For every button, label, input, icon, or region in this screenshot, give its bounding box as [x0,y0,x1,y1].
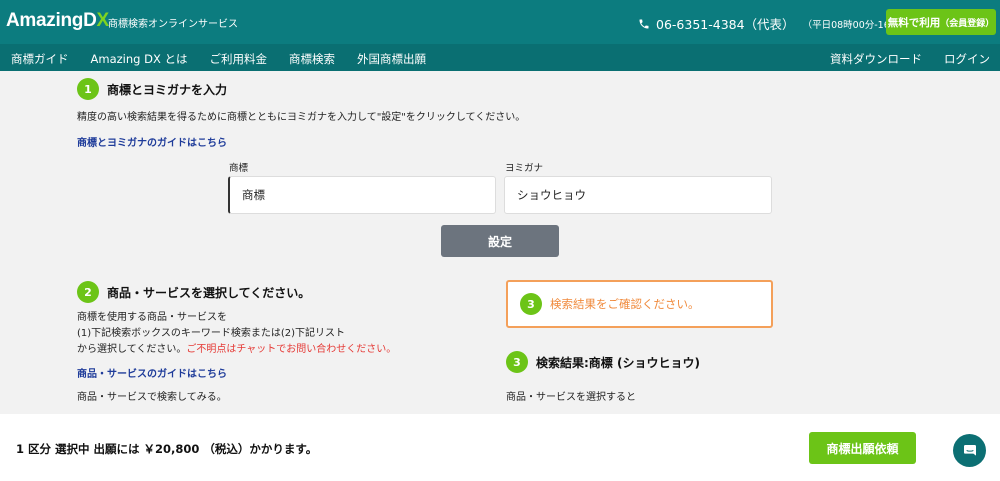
step1-description: 精度の高い検索結果を得るために商標とともにヨミガナを入力して"設定"をクリックし… [77,112,526,123]
footer-bar: 1 区分 選択中 出願には ￥20,800 （税込）かかります。 商標出願依頼 [0,414,1000,481]
step1-title: 商標とヨミガナを入力 [107,82,228,97]
phone-number: 06-6351-4384（代表） [656,17,795,32]
notice-text: 検索結果をご確認ください。 [550,297,700,311]
phone-icon [639,19,649,28]
nav-login[interactable]: ログイン [944,51,990,67]
step2-description: 商標を使用する商品・サービスを (1)下記検索ボックスのキーワード検索または(2… [77,312,397,355]
reading-label: ヨミガナ [505,163,544,174]
main-nav: 商標ガイド Amazing DX とは ご利用料金 商標検索 外国商標出願 資料… [0,44,1000,71]
order-button[interactable]: 商標出願依頼 [809,432,916,464]
step1-guide-link[interactable]: 商標とヨミガナのガイドはこちら [77,134,227,149]
signup-button[interactable]: 無料で利用 （会員登録） [886,9,996,35]
set-button[interactable]: 設定 [441,225,559,257]
nav-pricing[interactable]: ご利用料金 [209,51,267,67]
logo[interactable]: AmazingDX [6,10,109,32]
chat-icon [963,444,976,456]
fee-summary: 1 区分 選択中 出願には ￥20,800 （税込）かかります。 [16,442,318,456]
step1-number: 1 [77,78,99,100]
step2-title: 商品・サービスを選択してください。 [107,285,311,300]
top-header: AmazingDX 商標検索オンラインサービス 06-6351-4384（代表）… [0,0,1000,44]
step2-number: 2 [77,281,99,303]
reading-input[interactable]: ショウヒョウ [504,176,772,214]
search-hint: 商品・サービスで検索してみる。 [77,392,227,403]
step3-hint: 商品・サービスを選択すると [506,392,636,403]
chat-button[interactable] [953,434,986,467]
step1-heading: 1 商標とヨミガナを入力 [77,78,227,100]
tagline: 商標検索オンラインサービス [108,19,238,30]
step3-heading: 3 検索結果:商標 (ショウヒョウ) [506,351,700,373]
nav-trademark-search[interactable]: 商標検索 [289,51,335,67]
trademark-input[interactable]: 商標 [228,176,496,214]
notice-number: 3 [520,293,542,315]
nav-trademark-guide[interactable]: 商標ガイド [11,51,69,67]
step2-guide-link[interactable]: 商品・サービスのガイドはこちら [77,365,227,380]
chat-note: ご不明点はチャットでお問い合わせください。 [186,344,397,355]
trademark-label: 商標 [229,163,249,174]
nav-download[interactable]: 資料ダウンロード [830,51,922,67]
step2-heading: 2 商品・サービスを選択してください。 [77,281,310,303]
nav-about[interactable]: Amazing DX とは [91,51,188,67]
step3-number: 3 [506,351,528,373]
result-notice: 3 検索結果をご確認ください。 [506,280,773,328]
nav-foreign-filing[interactable]: 外国商標出願 [357,51,426,67]
step3-title: 検索結果:商標 (ショウヒョウ) [536,355,700,370]
